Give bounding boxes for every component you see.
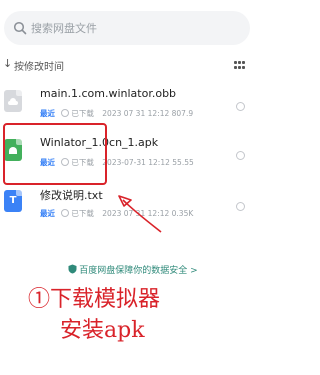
file-name: 修改说明.txt: [40, 189, 103, 202]
grid-view-icon[interactable]: [234, 61, 246, 69]
search-bar[interactable]: 搜索网盘文件: [4, 11, 250, 45]
annotation-step-subtitle: 安装apk: [60, 318, 145, 343]
recent-badge: 最近: [40, 209, 55, 218]
file-time: 12:12: [148, 158, 170, 167]
file-name: main.1.com.winlator.obb: [40, 87, 177, 100]
download-status: 已下载: [71, 109, 94, 118]
file-time: 12:12: [147, 109, 170, 118]
shield-icon: [68, 264, 77, 274]
file-size: 807.9: [171, 109, 194, 118]
annotation-arrow: [118, 195, 162, 233]
downloaded-icon: [61, 209, 70, 217]
sort-bar: ↓ 按修改时间: [0, 57, 266, 75]
text-file-icon: T: [4, 190, 22, 212]
select-checkbox[interactable]: [236, 202, 245, 211]
security-notice-text: 百度网盘保障你的数据安全 >: [79, 266, 198, 276]
security-notice[interactable]: 百度网盘保障你的数据安全 >: [0, 263, 266, 276]
download-status: 已下载: [71, 209, 94, 218]
downloaded-icon: [61, 109, 70, 117]
file-size: 55.55: [172, 158, 194, 167]
sort-label[interactable]: 按修改时间: [14, 58, 64, 73]
file-size: 0.35K: [171, 209, 194, 218]
sort-arrow-icon[interactable]: ↓: [3, 57, 12, 70]
highlight-box: [3, 123, 107, 185]
annotation-step-title: ①下载模拟器: [28, 287, 161, 312]
recent-badge: 最近: [40, 109, 55, 118]
file-date: 2023-07-31: [102, 158, 146, 167]
file-meta: 最近 已下载 2023 07 31 12:12 807.9: [40, 108, 193, 119]
file-date: 2023 07 31: [102, 109, 146, 118]
select-checkbox[interactable]: [236, 151, 245, 160]
archive-icon: [4, 90, 22, 112]
select-checkbox[interactable]: [236, 102, 245, 111]
search-input[interactable]: 搜索网盘文件: [31, 20, 97, 36]
search-icon: [13, 21, 27, 35]
cloud-icon: [8, 98, 18, 105]
